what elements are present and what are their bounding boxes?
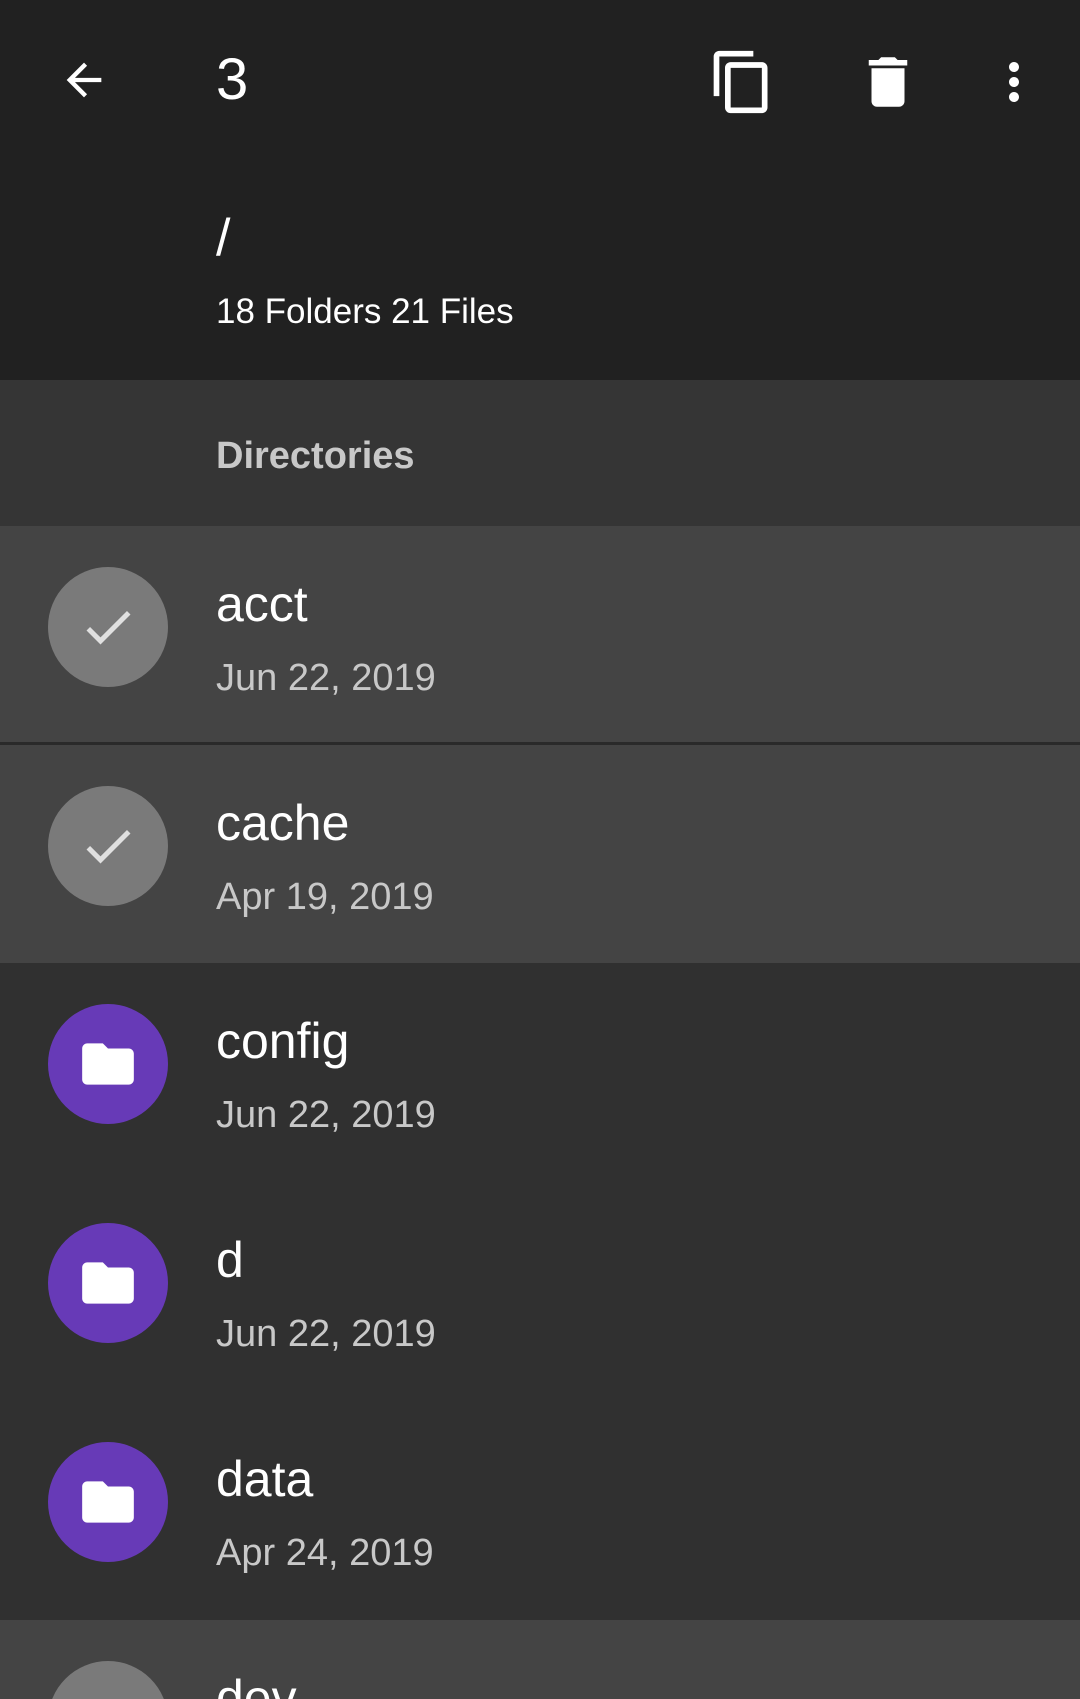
item-date: Jun 22, 2019	[216, 1313, 436, 1355]
item-date: Jun 22, 2019	[216, 657, 436, 699]
list-item[interactable]: config Jun 22, 2019	[0, 963, 1080, 1181]
selection-count: 3	[216, 47, 249, 112]
path-summary: 18 Folders 21 Files	[216, 292, 514, 331]
trash-icon	[868, 57, 908, 107]
list-item[interactable]: d Jun 22, 2019	[0, 1182, 1080, 1400]
section-label: Directories	[216, 435, 415, 477]
list-item[interactable]: data Apr 24, 2019	[0, 1401, 1080, 1619]
check-icon	[86, 829, 131, 864]
copy-button[interactable]	[702, 42, 782, 122]
list-item[interactable]: cache Apr 19, 2019	[0, 745, 1080, 963]
selected-check-avatar[interactable]	[48, 1661, 168, 1699]
section-header	[0, 380, 1080, 526]
item-name: d	[216, 1232, 244, 1288]
item-date: Apr 19, 2019	[216, 876, 434, 918]
selected-check-avatar[interactable]	[48, 567, 168, 687]
back-button[interactable]	[54, 50, 114, 110]
path-title: /	[216, 209, 231, 267]
selected-check-avatar[interactable]	[48, 786, 168, 906]
item-name: data	[216, 1451, 314, 1507]
list-item[interactable]: acct Jun 22, 2019	[0, 526, 1080, 744]
copy-icon	[713, 50, 768, 114]
item-date: Jun 22, 2019	[216, 1094, 436, 1136]
folder-avatar[interactable]	[48, 1223, 168, 1343]
folder-avatar[interactable]	[48, 1004, 168, 1124]
check-icon	[78, 1691, 138, 1699]
more-vert-icon	[1009, 62, 1019, 102]
app-bar: 3 / 18 Folders 21 Files	[0, 0, 1080, 380]
item-name: config	[216, 1013, 350, 1069]
item-name: cache	[216, 795, 350, 851]
list-item[interactable]: dev	[0, 1620, 1080, 1699]
delete-button[interactable]	[848, 42, 928, 122]
item-date: Apr 24, 2019	[216, 1532, 434, 1574]
more-options-button[interactable]	[974, 42, 1054, 122]
arrow-left-icon	[66, 62, 102, 98]
folder-icon	[82, 1043, 134, 1085]
item-name: dev	[216, 1670, 297, 1699]
folder-icon	[82, 1262, 134, 1304]
item-name: acct	[216, 576, 308, 632]
folder-avatar[interactable]	[48, 1442, 168, 1562]
check-icon	[86, 610, 131, 645]
folder-icon	[82, 1481, 134, 1523]
